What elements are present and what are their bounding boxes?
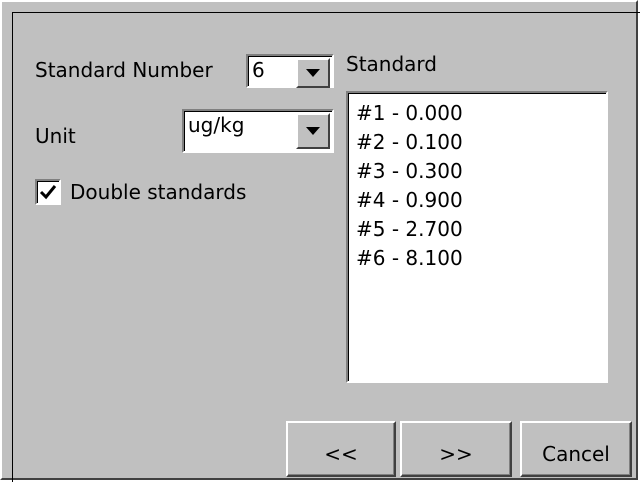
next-button-label: >>	[439, 442, 473, 466]
list-item[interactable]: #4 - 0.900	[356, 186, 606, 215]
chevron-down-icon	[306, 127, 320, 135]
list-item[interactable]: #5 - 2.700	[356, 215, 606, 244]
standard-number-dropdown-button[interactable]	[296, 58, 330, 88]
standard-number-select[interactable]: 6	[246, 54, 334, 88]
back-button-label: <<	[324, 442, 358, 466]
double-standards-checkbox[interactable]	[35, 179, 61, 205]
unit-select[interactable]: ug/kg	[182, 109, 334, 153]
standard-number-label: Standard Number	[35, 58, 213, 82]
cancel-button[interactable]: Cancel	[520, 421, 632, 477]
next-button[interactable]: >>	[400, 421, 512, 477]
standard-number-value: 6	[252, 58, 265, 82]
frame-border-left	[12, 12, 13, 482]
list-item[interactable]: #2 - 0.100	[356, 128, 606, 157]
unit-dropdown-button[interactable]	[296, 113, 330, 149]
checkmark-icon	[39, 185, 57, 200]
list-item[interactable]: #6 - 8.100	[356, 244, 606, 273]
double-standards-label[interactable]: Double standards	[70, 180, 246, 204]
unit-value: ug/kg	[188, 113, 245, 137]
list-item[interactable]: #1 - 0.000	[356, 99, 606, 128]
cancel-button-label: Cancel	[542, 442, 610, 466]
unit-label: Unit	[35, 124, 76, 148]
list-item[interactable]: #3 - 0.300	[356, 157, 606, 186]
standards-dialog: Standard Number 6 Unit ug/kg Double stan…	[0, 0, 640, 482]
back-button[interactable]: <<	[286, 421, 396, 477]
standard-listbox[interactable]: #1 - 0.000 #2 - 0.100 #3 - 0.300 #4 - 0.…	[346, 91, 608, 383]
standard-list-label: Standard	[346, 52, 437, 76]
frame-border-top	[12, 12, 640, 13]
chevron-down-icon	[306, 69, 320, 77]
